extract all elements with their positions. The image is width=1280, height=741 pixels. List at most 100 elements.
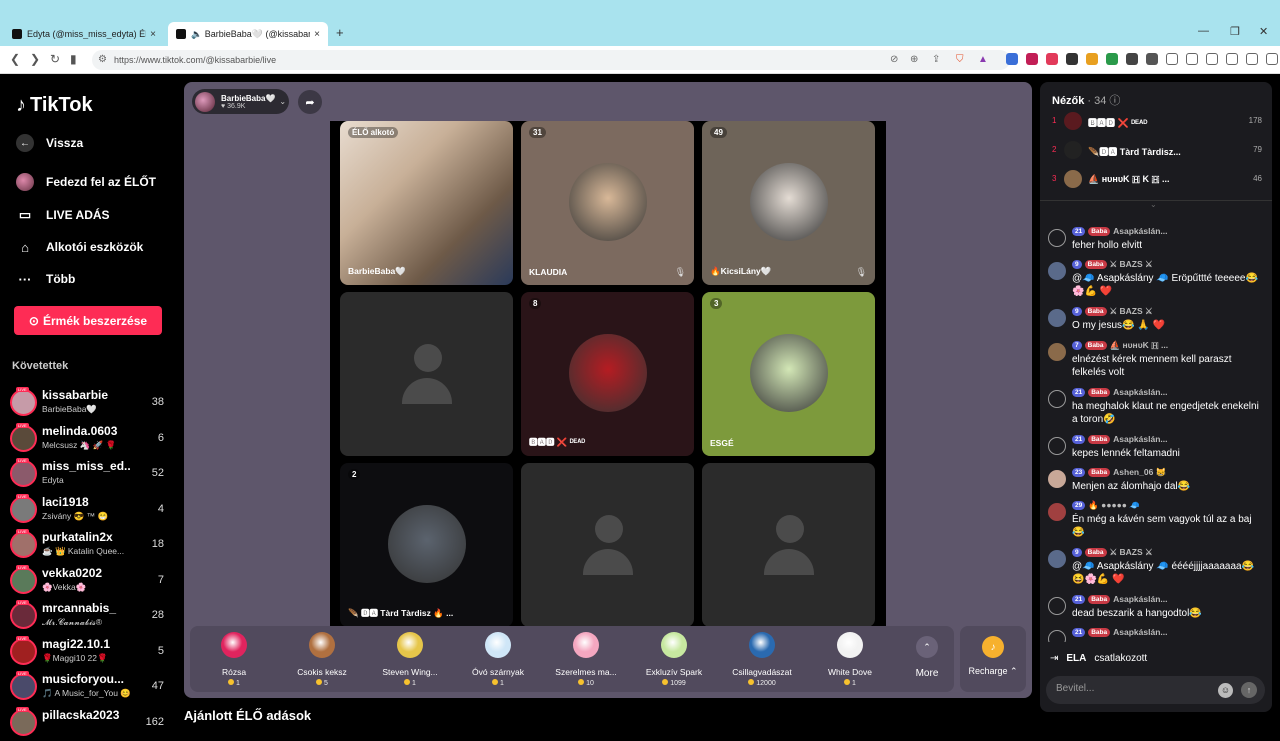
share-page-icon[interactable]: ⇪ [932,54,940,65]
url-field[interactable]: ⚙ https://www.tiktok.com/@kissabarbie/li… [92,50,1010,70]
tiktok-logo[interactable]: ♪ TikTok [16,94,93,117]
extension-icon[interactable] [1006,53,1018,65]
following-item[interactable]: LIVEkissabarbieBarbieBaba🤍38 [10,386,170,422]
guest-tile[interactable]: 31KLAUDIA🎙 [521,121,694,285]
chat-username[interactable]: Ashen_06 😸 [1113,467,1166,478]
following-item[interactable]: LIVEmagi22.10.1🌹Maggi10 22🌹5 [10,635,170,671]
following-item[interactable]: LIVEmiss_miss_ed...Edyta52 [10,457,170,493]
menu-icon[interactable] [1266,53,1278,65]
close-icon[interactable]: × [150,29,156,40]
expand-chevron-icon[interactable]: ⌄ [1150,200,1157,209]
nav-creator-tools[interactable]: ⌂ Alkotói eszközök [16,238,143,256]
close-icon[interactable]: × [314,29,320,40]
guest-tile[interactable]: 3ESGÉ [702,292,875,456]
following-item[interactable]: LIVEpurkatalin2x☕ 👑 Katalin Quee...18 [10,528,170,564]
send-icon[interactable]: ↑ [1241,682,1257,698]
extension-icon[interactable] [1146,53,1158,65]
guest-tile[interactable]: 8🅱🅰🅳 ❌ ᴰᴱᴬᴰ [521,292,694,456]
avatar[interactable] [1048,390,1066,408]
gift-item[interactable]: White Dove1 [805,632,895,687]
nav-back[interactable]: ← Vissza [16,134,83,152]
chat-username[interactable]: ⚔ BAZS ⚔ [1110,547,1153,558]
extension-icon[interactable] [1106,53,1118,65]
brave-shield-icon[interactable]: ⛉ [956,54,964,65]
top-viewer-row[interactable]: 3⛵ ʜᴜʜᴜK 🇭 K 🇭 ...46 [1052,170,1262,190]
browser-tab-barbiebaba[interactable]: 🔈 BarbieBaba🤍 (@kissabarbie) × [168,22,328,46]
gift-item[interactable]: Szerelmes ma...10 [541,632,631,687]
zoom-icon[interactable]: ⊕ [910,54,918,65]
guest-tile[interactable]: 49🔥KicsiLány🤍🎙 [702,121,875,285]
bookmark-icon[interactable]: ▮ [70,52,77,66]
following-item[interactable]: LIVEmelinda.0603Melcsusz 🦄 🚀 🌹6 [10,422,170,458]
chat-messages[interactable]: 21BabaAsapkáslán...feher hollo elvitt9Ba… [1040,222,1272,642]
nav-more[interactable]: ··· Több [16,270,75,288]
gift-item[interactable]: Exkluzív Spark1099 [629,632,719,687]
nav-live-broadcast[interactable]: ▭ LIVE ADÁS [16,206,110,224]
gift-item[interactable]: Steven Wing...1 [365,632,455,687]
avatar[interactable] [1048,309,1066,327]
chat-username[interactable]: ⚔ BAZS ⚔ [1110,306,1153,317]
chat-input-field[interactable] [1056,683,1216,694]
site-settings-icon[interactable]: ⚙ [98,54,107,65]
more-gifts-button[interactable]: ⌃ More [912,636,942,679]
wallet-icon[interactable] [1206,53,1218,65]
emoji-icon[interactable]: ☺ [1218,683,1233,698]
chat-username[interactable]: 🔥 ●●●●● 🧢 [1088,500,1140,511]
extension-icon[interactable] [1066,53,1078,65]
maximize-icon[interactable]: ❐ [1230,25,1240,38]
following-item[interactable]: LIVEmusicforyou...🎵 A Music_for_You 😊47 [10,670,170,706]
avatar[interactable] [1048,229,1066,247]
guest-tile[interactable] [702,463,875,627]
avatar[interactable] [1048,550,1066,568]
chat-username[interactable]: Asapkáslán... [1113,594,1167,604]
info-icon[interactable]: ⓘ [1109,95,1120,107]
chat-username[interactable]: ⚔ BAZS ⚔ [1110,259,1153,270]
leo-icon[interactable] [1226,53,1238,65]
reload-icon[interactable]: ↻ [50,52,60,66]
chat-username[interactable]: Asapkáslán... [1113,226,1167,236]
extension-icon[interactable] [1026,53,1038,65]
avatar[interactable] [1048,503,1066,521]
following-item[interactable]: LIVEpillacska2023162 [10,706,170,741]
get-coins-button[interactable]: ⊙ Érmék beszerzése [14,306,162,335]
gift-item[interactable]: Óvó szárnyak1 [453,632,543,687]
extension-icon[interactable] [1046,53,1058,65]
avatar[interactable] [1048,262,1066,280]
following-item[interactable]: LIVEmrcannabis_𝓜𝓻.𝓒𝓪𝓷𝓷𝓪𝓫𝓲𝓼®28 [10,599,170,635]
avatar[interactable] [1048,437,1066,455]
vpn-icon[interactable] [1246,53,1258,65]
puzzle-icon[interactable] [1126,53,1138,65]
top-viewer-row[interactable]: 2🪶🅳🅰 Tàrd Tàrdisz...79 [1052,141,1262,161]
sidebar-icon[interactable] [1186,53,1198,65]
guest-tile[interactable] [521,463,694,627]
browser-tab-edyta[interactable]: Edyta (@miss_miss_edyta) ÉLŐ adásai × [4,22,164,46]
window-close-icon[interactable]: ✕ [1259,25,1268,38]
following-item[interactable]: LIVElaci1918Zsivány 😎 ™ 😁4 [10,493,170,529]
share-button[interactable]: ➦ [298,90,322,114]
translate-icon[interactable]: ⊘ [890,54,898,65]
music-icon[interactable] [1166,53,1178,65]
chat-username[interactable]: Asapkáslán... [1113,434,1167,444]
gift-item[interactable]: Csillagvadászat12000 [717,632,807,687]
guest-tile[interactable]: 2🪶 🅳🅰 Tàrd Tàrdisz 🔥 ... [340,463,513,627]
gift-item[interactable]: Csokis keksz5 [277,632,367,687]
gift-item[interactable]: Rózsa1 [189,632,279,687]
viewers-heading[interactable]: Nézők· 34ⓘ [1052,92,1120,108]
back-icon[interactable]: ❮ [10,52,20,66]
guest-tile[interactable]: ÉLŐ alkotóBarbieBaba🤍 [340,121,513,285]
chat-username[interactable]: Asapkáslán... [1113,627,1167,637]
avatar[interactable] [1048,343,1066,361]
following-item[interactable]: LIVEvekka0202🌸Vekka🌸7 [10,564,170,600]
chat-username[interactable]: ⛵ ʜᴜʜᴜK 🇭 ... [1110,340,1169,351]
avatar[interactable] [1048,597,1066,615]
new-tab-icon[interactable]: + [336,25,344,40]
rewards-icon[interactable]: ▲ [978,54,988,65]
nav-explore-live[interactable]: Fedezd fel az ÉLŐT [16,173,156,191]
chat-input-box[interactable]: ☺ ↑ [1046,676,1265,704]
forward-icon[interactable]: ❯ [30,52,40,66]
top-viewer-row[interactable]: 1🅱🅰🅳 ❌ ᴰᴱᴬᴰ178 [1052,112,1262,132]
recharge-button[interactable]: ♪ Recharge ⌃ [960,626,1026,692]
minimize-icon[interactable]: — [1198,25,1209,37]
avatar[interactable] [1048,470,1066,488]
avatar[interactable] [1048,630,1066,642]
